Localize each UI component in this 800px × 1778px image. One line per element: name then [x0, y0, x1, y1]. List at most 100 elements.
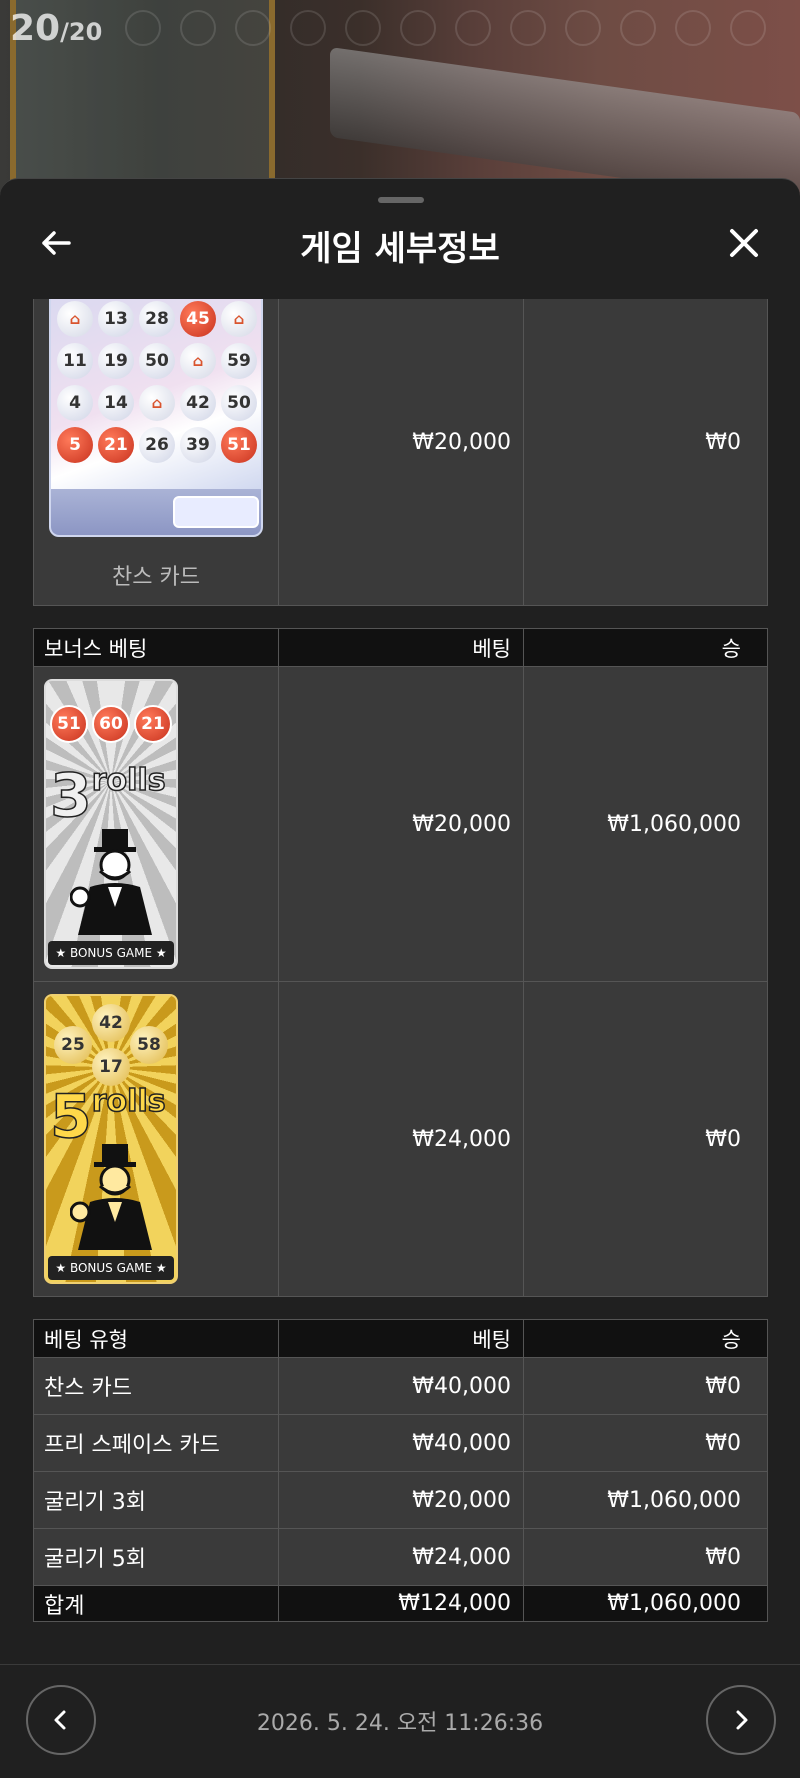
- bonus-ball: 25: [54, 1026, 92, 1064]
- round-counter: 20/20: [10, 8, 102, 49]
- house-icon: ⌂: [180, 343, 216, 379]
- chance-ball: 14: [98, 385, 134, 421]
- chance-ball: 28: [139, 301, 175, 337]
- table-row: 굴리기 5회 ₩24,000 ₩0: [33, 1528, 768, 1586]
- page-title: 게임 세부정보: [300, 229, 500, 269]
- column-header-win: 승: [523, 628, 768, 667]
- ball-slot: [235, 10, 271, 46]
- chance-ball: 21: [98, 427, 134, 463]
- chance-card-pill: [173, 496, 259, 528]
- chevron-right-icon: [736, 1710, 748, 1730]
- column-header-win: 승: [523, 1319, 768, 1358]
- house-icon: ⌂: [139, 385, 175, 421]
- rolls-title: 3rolls: [49, 760, 176, 832]
- bet-type: 프리 스페이스 카드: [33, 1414, 279, 1472]
- ball-slot: [455, 10, 491, 46]
- chance-ball-grid: 101732⌂52⌂132845⌂111950⌂59414⌂4250521263…: [57, 299, 257, 463]
- column-header-bet: 베팅: [278, 1319, 524, 1358]
- ball-slot: [510, 10, 546, 46]
- game-background: 20/20: [0, 0, 800, 204]
- bonus-ball: 51: [50, 705, 88, 743]
- chance-card-cell: 101732⌂52⌂132845⌂111950⌂59414⌂4250521263…: [33, 299, 279, 606]
- bet-type: 찬스 카드: [33, 1357, 279, 1415]
- ball-slot: [675, 10, 711, 46]
- mascot-icon: [70, 1144, 152, 1250]
- table-row: 프리 스페이스 카드 ₩40,000 ₩0: [33, 1414, 768, 1472]
- house-icon: ⌂: [57, 301, 93, 337]
- bonus-card-cell: 51 60 21 3rolls ★ BONUS GAME ★: [33, 666, 279, 982]
- chance-ball: 26: [139, 427, 175, 463]
- bonus-win: ₩0: [523, 981, 768, 1297]
- bet-type: 굴리기 5회: [33, 1528, 279, 1586]
- chance-ball: 19: [98, 343, 134, 379]
- total-label: 합계: [33, 1585, 279, 1622]
- sheet-grabber[interactable]: [378, 197, 424, 203]
- table-row: 굴리기 3회 ₩20,000 ₩1,060,000: [33, 1471, 768, 1529]
- column-header-type: 보너스 베팅: [33, 628, 279, 667]
- game-timestamp: 2026. 5. 24. 오전 11:26:36: [256, 1711, 544, 1736]
- win-amount: ₩0: [523, 1357, 768, 1415]
- bonus-table: 보너스 베팅 베팅 승 51 60 21 3rolls ★ BONUS GAME…: [33, 628, 768, 1297]
- close-button[interactable]: [724, 223, 764, 263]
- chance-ball: 50: [221, 385, 257, 421]
- chance-ball: 42: [180, 385, 216, 421]
- rolls-word: rolls: [91, 762, 166, 799]
- rolls-number: 3: [49, 760, 92, 832]
- rolls-word: rolls: [91, 1083, 166, 1120]
- chance-win: ₩0: [523, 299, 768, 606]
- bonus-game-label: ★ BONUS GAME ★: [48, 1256, 174, 1280]
- footer-divider: [0, 1664, 800, 1665]
- ball-slot: [620, 10, 656, 46]
- total-row: 합계 ₩124,000 ₩1,060,000: [33, 1585, 768, 1622]
- close-icon: [730, 229, 758, 257]
- chance-ball: 11: [57, 343, 93, 379]
- mascot-icon: [70, 829, 152, 935]
- bet-type: 굴리기 3회: [33, 1471, 279, 1529]
- next-game-button[interactable]: [706, 1685, 776, 1755]
- ball-slot: [290, 10, 326, 46]
- win-amount: ₩1,060,000: [523, 1471, 768, 1529]
- bonus-card-5-rolls: 42 25 58 17 5rolls ★ BONUS GAME ★: [44, 994, 178, 1284]
- bonus-ball: 17: [92, 1048, 130, 1086]
- chance-card-image: 101732⌂52⌂132845⌂111950⌂59414⌂4250521263…: [49, 299, 263, 537]
- ball-slots: [125, 10, 766, 46]
- ball-slot: [125, 10, 161, 46]
- house-icon: ⌂: [221, 301, 257, 337]
- column-header-type: 베팅 유형: [33, 1319, 279, 1358]
- bonus-card-cell: 42 25 58 17 5rolls ★ BONUS GAME ★: [33, 981, 279, 1297]
- game-details-sheet: 게임 세부정보 101732⌂52⌂132845⌂111950⌂59414⌂42…: [0, 178, 800, 1778]
- ball-slot: [345, 10, 381, 46]
- chance-ball: 5: [57, 427, 93, 463]
- bonus-bet: ₩24,000: [278, 981, 524, 1297]
- ball-slot: [565, 10, 601, 46]
- chance-ball: 13: [98, 301, 134, 337]
- chance-bet: ₩20,000: [278, 299, 524, 606]
- win-amount: ₩0: [523, 1414, 768, 1472]
- bet-amount: ₩40,000: [278, 1414, 524, 1472]
- table-row: 찬스 카드 ₩40,000 ₩0: [33, 1357, 768, 1415]
- chance-card-caption: 찬스 카드: [112, 565, 200, 590]
- bet-amount: ₩40,000: [278, 1357, 524, 1415]
- total-win: ₩1,060,000: [523, 1585, 768, 1622]
- bet-amount: ₩24,000: [278, 1528, 524, 1586]
- bonus-ball: 21: [134, 705, 172, 743]
- sheet-header: 게임 세부정보: [0, 209, 800, 279]
- round-current: 20: [10, 8, 61, 49]
- chance-table: 101732⌂52⌂132845⌂111950⌂59414⌂4250521263…: [33, 299, 768, 606]
- bonus-ball: 58: [130, 1026, 168, 1064]
- bonus-game-label: ★ BONUS GAME ★: [48, 941, 174, 965]
- column-header-bet: 베팅: [278, 628, 524, 667]
- bonus-bet: ₩20,000: [278, 666, 524, 982]
- chance-ball: 39: [180, 427, 216, 463]
- bonus-table-header: 보너스 베팅 베팅 승: [33, 628, 768, 667]
- table-row: 42 25 58 17 5rolls ★ BONUS GAME ★ ₩24,00…: [33, 981, 768, 1297]
- ball-slot: [730, 10, 766, 46]
- ball-slot: [180, 10, 216, 46]
- table-row: 51 60 21 3rolls ★ BONUS GAME ★ ₩20,000 ₩…: [33, 666, 768, 982]
- details-scroll[interactable]: 101732⌂52⌂132845⌂111950⌂59414⌂4250521263…: [0, 299, 800, 1659]
- chance-ball: 59: [221, 343, 257, 379]
- bonus-ball: 42: [92, 1004, 130, 1042]
- chance-ball: 4: [57, 385, 93, 421]
- ball-slot: [400, 10, 436, 46]
- summary-table: 베팅 유형 베팅 승 찬스 카드 ₩40,000 ₩0 프리 스페이스 카드 ₩…: [33, 1319, 768, 1622]
